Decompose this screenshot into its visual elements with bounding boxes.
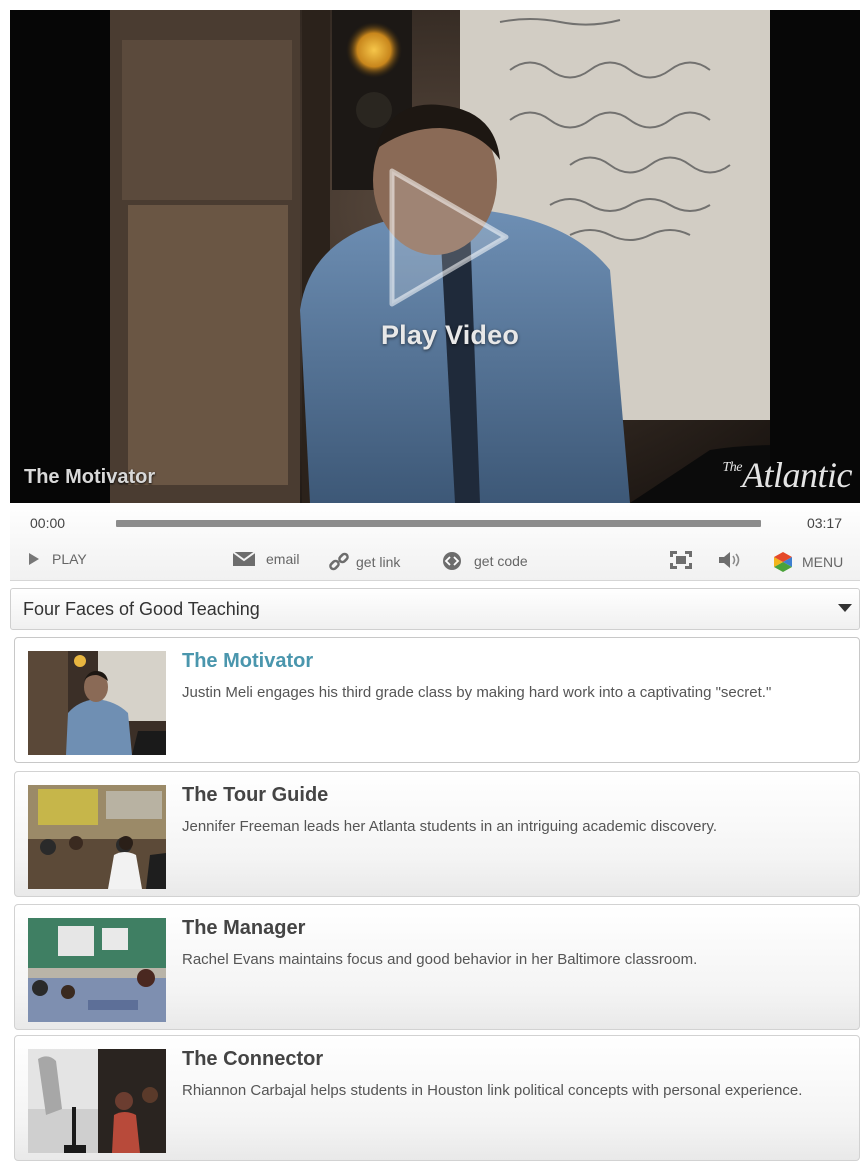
video-thumbnail — [28, 1049, 166, 1153]
get-link-label: get link — [356, 554, 401, 570]
get-code-label: get code — [474, 553, 528, 569]
current-time: 00:00 — [30, 515, 66, 531]
email-label: email — [266, 551, 300, 567]
menu-button[interactable]: MENU — [772, 551, 843, 573]
playlist-item-the-tour-guide[interactable]: The Tour Guide Jennifer Freeman leads he… — [14, 771, 860, 897]
seek-bar[interactable] — [116, 520, 761, 527]
get-code-button[interactable]: get code — [442, 551, 528, 571]
total-time: 03:17 — [806, 515, 842, 531]
player-controls: 00:00 03:17 PLAY email get link get code… — [10, 503, 860, 581]
video-thumbnail — [28, 918, 166, 1022]
envelope-icon — [232, 551, 256, 566]
get-link-button[interactable]: get link — [328, 551, 400, 573]
play-video-label[interactable]: Play Video — [350, 320, 550, 351]
chevron-down-icon — [838, 604, 852, 612]
playlist-item-description: Rhiannon Carbajal helps students in Hous… — [182, 1082, 803, 1099]
playlist-title: Four Faces of Good Teaching — [23, 599, 260, 619]
menu-icon — [774, 552, 792, 572]
playlist-dropdown[interactable]: Four Faces of Good Teaching — [10, 588, 860, 630]
playlist-item-title: The Manager — [182, 917, 306, 939]
play-video-icon[interactable] — [380, 165, 515, 310]
play-icon — [29, 553, 39, 565]
email-button[interactable]: email — [232, 551, 299, 567]
speaker-icon — [719, 552, 740, 568]
video-thumbnail — [28, 651, 166, 755]
playlist-item-description: Jennifer Freeman leads her Atlanta stude… — [182, 818, 718, 835]
playlist-item-the-manager[interactable]: The Manager Rachel Evans maintains focus… — [14, 904, 860, 1030]
fullscreen-icon — [670, 551, 692, 569]
playlist-item-the-connector[interactable]: The Connector Rhiannon Carbajal helps st… — [14, 1035, 860, 1161]
playlist-item-title: The Connector — [182, 1048, 324, 1070]
playlist-item-the-motivator[interactable]: The Motivator Justin Meli engages his th… — [14, 637, 860, 763]
volume-button[interactable] — [718, 551, 742, 569]
menu-label: MENU — [802, 554, 844, 570]
video-player[interactable]: Play Video The Motivator TheAtlantic — [10, 10, 860, 503]
playlist-item-description: Justin Meli engages his third grade clas… — [182, 684, 772, 701]
fullscreen-button[interactable] — [670, 551, 692, 569]
playlist-item-description: Rachel Evans maintains focus and good be… — [182, 951, 698, 968]
video-title-overlay: The Motivator — [24, 466, 156, 488]
play-button[interactable]: PLAY — [28, 551, 87, 567]
link-icon — [329, 552, 349, 571]
playlist-item-title: The Motivator — [182, 650, 314, 672]
atlantic-logo: TheAtlantic — [722, 455, 853, 495]
video-thumbnail — [28, 785, 166, 889]
play-button-label: PLAY — [52, 551, 87, 567]
playlist-item-title: The Tour Guide — [182, 784, 329, 806]
code-icon — [443, 552, 461, 570]
